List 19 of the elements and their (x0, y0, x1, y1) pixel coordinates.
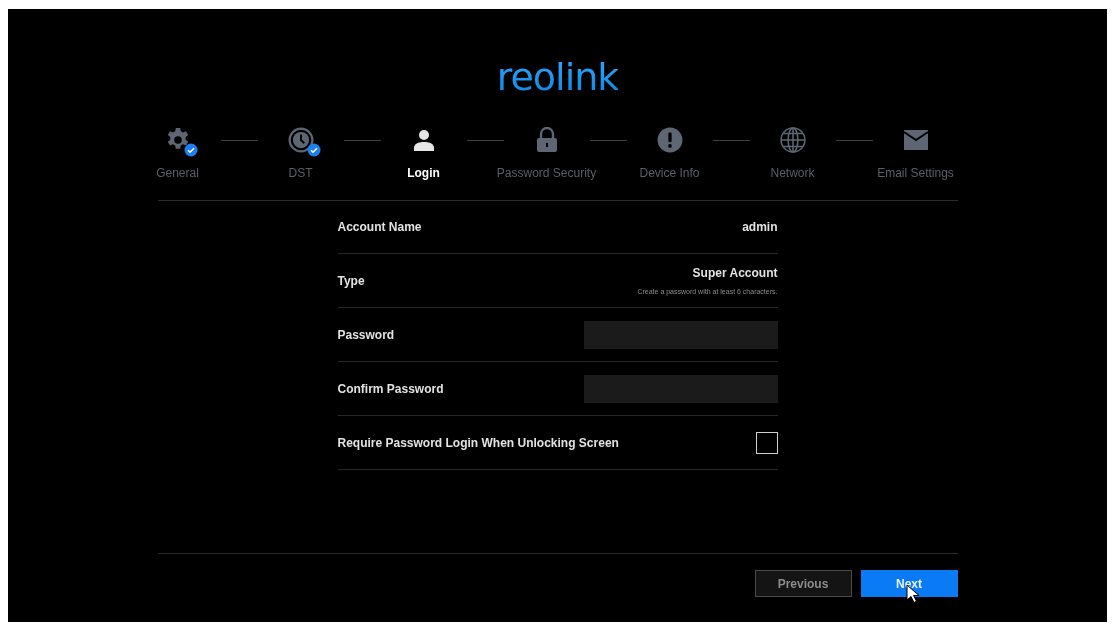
field-label: Require Password Login When Unlocking Screen (337, 435, 619, 450)
next-button[interactable]: Next (860, 570, 958, 597)
step-label[interactable]: Login (407, 166, 440, 180)
step-label[interactable]: Email Settings (877, 166, 954, 180)
password-field[interactable] (583, 320, 778, 349)
field-label: Confirm Password (337, 381, 444, 396)
checkbox[interactable] (755, 431, 778, 454)
field-value: Super Account (692, 266, 778, 280)
field-label: Account Name (337, 220, 422, 234)
previous-button[interactable]: Previous (754, 570, 852, 597)
step-label[interactable]: Password Security (496, 166, 597, 180)
step-label[interactable]: Device Info (639, 166, 700, 180)
step-label[interactable]: Network (770, 166, 815, 180)
password-field[interactable] (583, 374, 778, 403)
step-label[interactable]: DST (288, 166, 313, 180)
field-value: admin (742, 220, 778, 234)
field-label: Password (337, 327, 395, 342)
field-label: Type (337, 273, 365, 288)
step-label[interactable]: General (156, 166, 199, 180)
